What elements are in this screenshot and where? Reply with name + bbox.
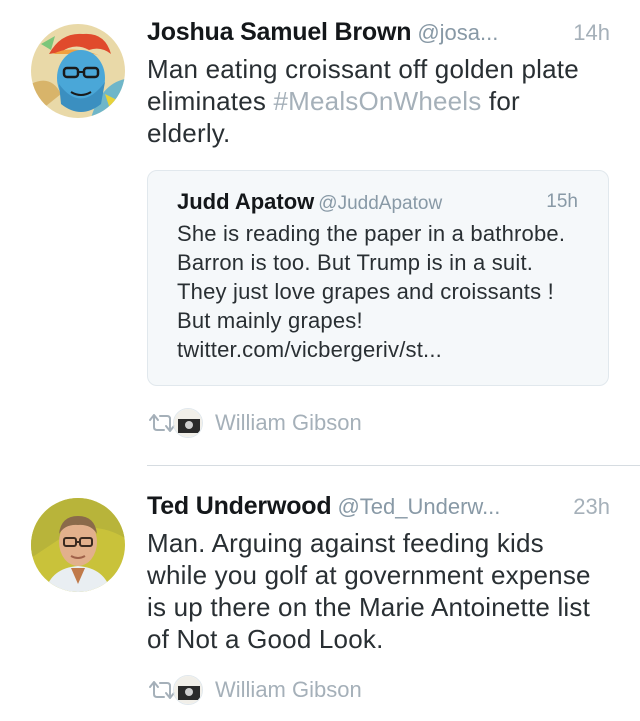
avatar-photo-icon [31, 498, 125, 592]
quoted-tweet-card[interactable]: Judd Apatow @JuddApatow 15h She is readin… [147, 170, 609, 386]
author-name[interactable]: Joshua Samuel Brown [147, 18, 412, 46]
avatar-ted-underwood[interactable] [31, 498, 125, 592]
tweet-2[interactable]: Ted Underwood @Ted_Underw... 23h Man. Arg… [0, 466, 640, 721]
retweeter-avatar [173, 675, 203, 705]
retweet-context[interactable]: William Gibson [147, 673, 362, 707]
quoted-author-handle: @JuddApatow [318, 193, 443, 214]
timestamp: 14h [573, 20, 610, 45]
retweeted-by-name[interactable]: William Gibson [215, 410, 362, 436]
quoted-timestamp: 15h [546, 191, 578, 212]
tweet-header: Ted Underwood @Ted_Underw... 23h [147, 492, 610, 528]
author-handle[interactable]: @Ted_Underw... [337, 494, 500, 519]
tweet-text: Man eating croissant off golden plate el… [147, 53, 610, 149]
avatar-illustration-icon [31, 24, 125, 118]
quoted-author-name: Judd Apatow [177, 189, 315, 214]
retweeter-photo-icon [174, 409, 202, 437]
tweet-1[interactable]: Joshua Samuel Brown @josa... 14h Man eati… [0, 0, 640, 466]
author-name[interactable]: Ted Underwood [147, 492, 332, 520]
retweeter-photo-icon [174, 676, 202, 704]
quoted-tweet-text: She is reading the paper in a bathrobe. … [177, 221, 566, 362]
tweet-header: Joshua Samuel Brown @josa... 14h [147, 18, 610, 54]
timestamp: 23h [573, 494, 610, 519]
tweet-text: Man. Arguing against feeding kids while … [147, 528, 591, 654]
author-handle[interactable]: @josa... [417, 20, 498, 45]
retweeter-avatar [173, 408, 203, 438]
avatar-joshua-samuel-brown[interactable] [31, 24, 125, 118]
quoted-tweet-header: Judd Apatow @JuddApatow 15h [177, 189, 578, 219]
hashtag-link[interactable]: #MealsOnWheels [273, 86, 481, 116]
retweeted-by-name[interactable]: William Gibson [215, 677, 362, 703]
retweet-context[interactable]: William Gibson [147, 406, 362, 440]
